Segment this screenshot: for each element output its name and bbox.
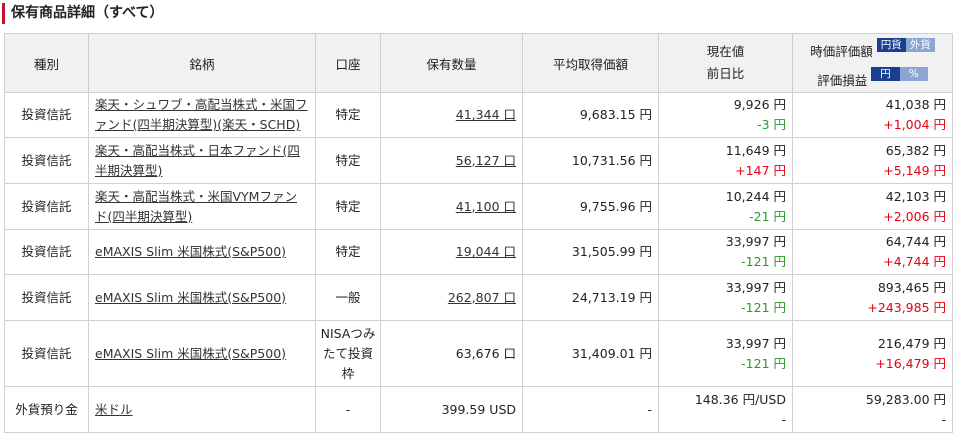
cell-quantity: 63,676 口 — [380, 320, 523, 387]
cell-avg-price: 31,409.01 円 — [522, 320, 659, 387]
cell-current-price: 148.36 円/USD — [694, 391, 786, 407]
header-price: 現在値 前日比 — [658, 33, 793, 93]
cell-type: 投資信託 — [4, 137, 89, 184]
cell-current-price: 33,997 円 — [725, 335, 786, 351]
cell-prev-change: -21 円 — [749, 208, 786, 224]
quantity-link[interactable]: 262,807 口 — [448, 290, 516, 305]
table-header-row: 種別 銘柄 口座 保有数量 平均取得価額 現在値 前日比 時価評価額 円貨 外貨 評… — [4, 33, 953, 93]
cell-account: 特定 — [315, 229, 381, 275]
fund-link[interactable]: 楽天・高配当株式・日本ファンド(四半期決算型) — [95, 143, 300, 178]
table-row: 投資信託 eMAXIS Slim 米国株式(S&P500) 特定 19,044 … — [4, 229, 953, 275]
page-title: 保有商品詳細（すべて） — [2, 3, 163, 24]
table-row: 外貨預り金 米ドル - 399.59 USD - 148.36 円/USD - 5… — [4, 386, 953, 433]
cell-pl: +5,149 円 — [883, 162, 946, 178]
header-current-price: 現在値 — [706, 44, 745, 59]
fund-link[interactable]: eMAXIS Slim 米国株式(S&P500) — [95, 244, 286, 259]
table-row: 投資信託 楽天・高配当株式・米国VYMファンド(四半期決算型) 特定 41,10… — [4, 183, 953, 230]
cell-pl: +16,479 円 — [875, 355, 946, 371]
cell-type: 外貨預り金 — [4, 386, 89, 433]
cell-account: 特定 — [315, 137, 381, 184]
fund-link[interactable]: eMAXIS Slim 米国株式(S&P500) — [95, 346, 286, 361]
cell-account: 特定 — [315, 183, 381, 230]
cell-prev-change: -121 円 — [741, 254, 786, 269]
fund-link[interactable]: 楽天・高配当株式・米国VYMファンド(四半期決算型) — [95, 189, 297, 224]
cell-type: 投資信託 — [4, 274, 89, 321]
cell-market-value: 59,283.00 円 — [865, 391, 946, 407]
cell-avg-price: 31,505.99 円 — [522, 229, 659, 275]
cell-type: 投資信託 — [4, 320, 89, 387]
header-type: 種別 — [4, 33, 89, 93]
toggle-pl-jpy-button[interactable]: 円 — [871, 67, 900, 81]
table-row: 投資信託 楽天・シュワブ・高配当株式・米国ファンド(四半期決算型)(楽天・SCH… — [4, 92, 953, 138]
cell-avg-price: 9,683.15 円 — [522, 92, 659, 138]
cell-market-value: 893,465 円 — [877, 279, 946, 295]
cell-account: NISAつみたて投資枠 — [315, 320, 381, 387]
fund-link[interactable]: eMAXIS Slim 米国株式(S&P500) — [95, 290, 286, 305]
quantity-link[interactable]: 56,127 口 — [456, 153, 516, 168]
cell-pl: +2,006 円 — [883, 208, 946, 224]
cell-prev-change: -121 円 — [741, 299, 786, 315]
cell-current-price: 9,926 円 — [733, 97, 786, 112]
cell-avg-price: 9,755.96 円 — [522, 183, 659, 230]
fund-link[interactable]: 楽天・シュワブ・高配当株式・米国ファンド(四半期決算型)(楽天・SCHD) — [95, 97, 308, 132]
cell-prev-change: -3 円 — [757, 117, 786, 132]
toggle-mv-fx-button[interactable]: 外貨 — [905, 38, 935, 52]
cell-account: 特定 — [315, 92, 381, 138]
quantity-link[interactable]: 41,100 口 — [456, 199, 516, 214]
cell-quantity: 399.59 USD — [380, 386, 523, 433]
cell-market-value: 41,038 円 — [885, 97, 946, 112]
cell-avg-price: - — [522, 386, 659, 433]
pl-toggle: 円% — [871, 63, 928, 85]
cell-current-price: 33,997 円 — [725, 279, 786, 295]
header-valuation: 時価評価額 円貨 外貨 評価損益円% — [792, 33, 953, 93]
header-pl: 評価損益 — [817, 73, 868, 88]
cell-account: 一般 — [315, 274, 381, 321]
toggle-mv-jpy-button[interactable]: 円貨 — [876, 38, 906, 52]
table-row: 投資信託 eMAXIS Slim 米国株式(S&P500) 一般 262,807… — [4, 274, 953, 321]
cell-prev-change: - — [781, 411, 786, 427]
header-prev-change: 前日比 — [706, 66, 745, 81]
cell-type: 投資信託 — [4, 229, 89, 275]
cell-market-value: 64,744 円 — [885, 234, 946, 249]
quantity-link[interactable]: 41,344 口 — [456, 107, 516, 122]
cell-type: 投資信託 — [4, 183, 89, 230]
cell-prev-change: -121 円 — [741, 355, 786, 371]
currency-link[interactable]: 米ドル — [95, 402, 133, 417]
table-row: 投資信託 eMAXIS Slim 米国株式(S&P500) NISAつみたて投資… — [4, 320, 953, 387]
cell-avg-price: 24,713.19 円 — [522, 274, 659, 321]
cell-pl: +4,744 円 — [883, 254, 946, 269]
header-market-value: 時価評価額 — [810, 44, 873, 59]
cell-avg-price: 10,731.56 円 — [522, 137, 659, 184]
header-name: 銘柄 — [88, 33, 316, 93]
cell-pl: +243,985 円 — [867, 299, 946, 315]
header-quantity: 保有数量 — [380, 33, 523, 93]
header-account: 口座 — [315, 33, 381, 93]
cell-prev-change: +147 円 — [735, 162, 786, 178]
header-avg-price: 平均取得価額 — [522, 33, 659, 93]
cell-current-price: 33,997 円 — [725, 234, 786, 249]
cell-market-value: 216,479 円 — [877, 335, 946, 351]
cell-current-price: 10,244 円 — [725, 188, 786, 204]
cell-market-value: 42,103 円 — [885, 188, 946, 204]
cell-market-value: 65,382 円 — [885, 142, 946, 158]
cell-pl: +1,004 円 — [883, 117, 946, 132]
cell-type: 投資信託 — [4, 92, 89, 138]
holdings-table: 種別 銘柄 口座 保有数量 平均取得価額 現在値 前日比 時価評価額 円貨 外貨 評… — [4, 33, 953, 433]
cell-current-price: 11,649 円 — [725, 142, 786, 158]
market-value-toggle: 円貨 外貨 — [876, 34, 935, 56]
table-row: 投資信託 楽天・高配当株式・日本ファンド(四半期決算型) 特定 56,127 口… — [4, 137, 953, 184]
cell-account: - — [315, 386, 381, 433]
cell-pl: - — [941, 411, 946, 427]
toggle-pl-pct-button[interactable]: % — [899, 67, 928, 81]
quantity-link[interactable]: 19,044 口 — [456, 244, 516, 259]
